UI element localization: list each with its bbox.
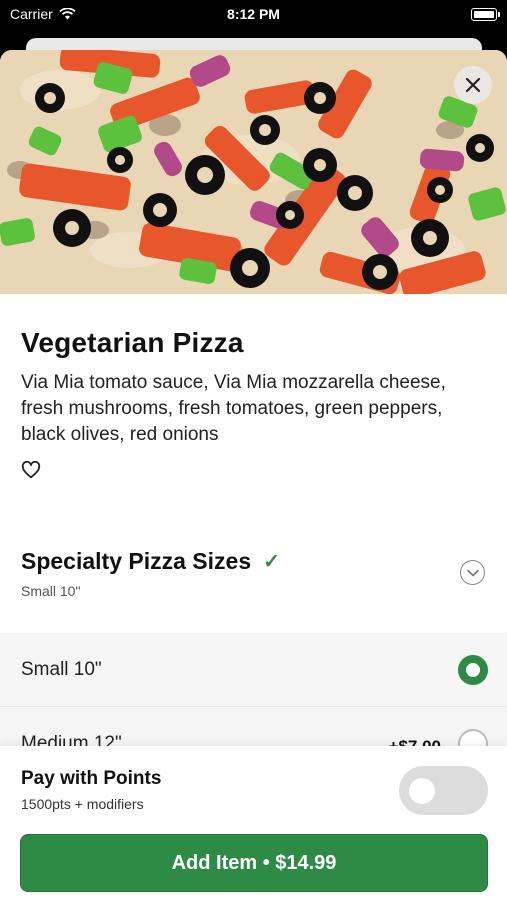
- check-icon: ✓: [263, 551, 280, 573]
- close-icon: [465, 77, 481, 93]
- status-bar: Carrier 8:12 PM: [0, 0, 507, 30]
- sizes-section-title: Specialty Pizza Sizes: [21, 548, 252, 574]
- toggle-knob: [409, 778, 435, 804]
- sizes-section-header[interactable]: Specialty Pizza Sizes ✓: [21, 548, 280, 575]
- pizza-image: [0, 50, 507, 294]
- close-button[interactable]: [454, 66, 492, 104]
- status-time: 8:12 PM: [227, 6, 280, 22]
- item-description: Via Mia tomato sauce, Via Mia mozzarella…: [21, 372, 446, 445]
- pay-with-points-toggle[interactable]: [399, 766, 488, 815]
- collapse-button[interactable]: [460, 560, 485, 585]
- battery-icon: [471, 8, 500, 21]
- chevron-down-icon: [466, 569, 479, 576]
- pay-with-points-title: Pay with Points: [21, 768, 162, 789]
- size-options-list: Small 10" Medium 12" +$7.00: [0, 633, 507, 781]
- radio-button-selected[interactable]: [458, 655, 488, 685]
- item-detail-sheet: Vegetarian Pizza Via Mia tomato sauce, V…: [0, 50, 507, 900]
- sizes-selected-summary: Small 10": [21, 583, 81, 599]
- add-item-button[interactable]: Add Item • $14.99: [20, 834, 488, 892]
- pay-with-points-subtitle: 1500pts + modifiers: [21, 796, 144, 812]
- heart-outline-icon[interactable]: [21, 461, 41, 479]
- item-title: Vegetarian Pizza: [21, 327, 244, 358]
- size-option[interactable]: Small 10": [0, 633, 507, 707]
- size-option-label: Small 10": [21, 659, 102, 680]
- checkout-footer: Pay with Points 1500pts + modifiers Add …: [0, 746, 507, 900]
